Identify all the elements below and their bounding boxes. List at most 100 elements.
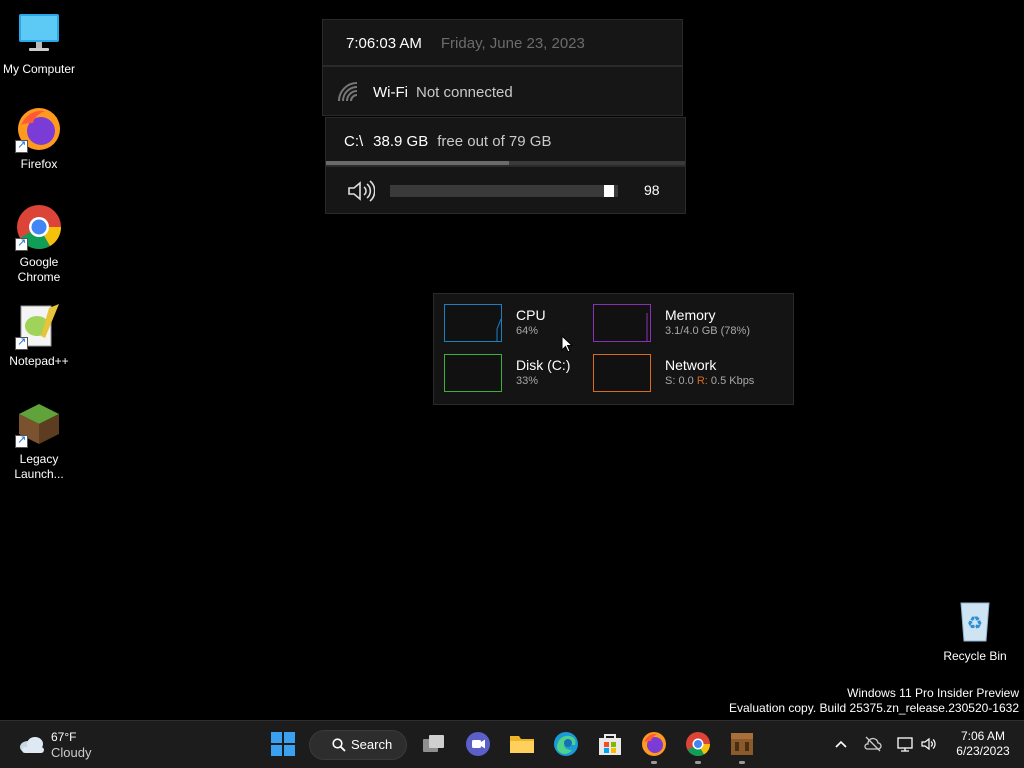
network-send-value: 0.0 bbox=[678, 375, 694, 387]
shortcut-arrow-icon bbox=[15, 335, 28, 350]
taskbar: 67°F Cloudy Search 7:06 AM 6/23/2023 bbox=[0, 720, 1024, 768]
chrome-icon bbox=[15, 203, 63, 251]
chat-icon bbox=[465, 732, 491, 761]
disk-detail: free out of 79 GB bbox=[437, 132, 552, 150]
desktop-icon-recycle-bin[interactable]: ♻ Recycle Bin bbox=[936, 597, 1014, 664]
shortcut-arrow-icon bbox=[15, 236, 28, 251]
shortcut-arrow-icon bbox=[15, 138, 28, 153]
shortcut-arrow-icon bbox=[15, 433, 28, 448]
file-explorer-button[interactable] bbox=[509, 731, 535, 757]
wifi-icon bbox=[337, 81, 361, 103]
firefox-icon bbox=[641, 732, 667, 761]
taskbar-search-button[interactable]: Search bbox=[309, 730, 407, 760]
network-send-label: S: bbox=[665, 375, 676, 387]
desktop-icon-label: Google bbox=[19, 255, 59, 269]
task-view-icon bbox=[421, 735, 447, 761]
cloud-offline-icon bbox=[864, 736, 882, 757]
network-graph bbox=[593, 354, 651, 392]
network-recv-value: 0.5 Kbps bbox=[710, 375, 755, 387]
desktop-icon-notepad-plus-plus[interactable]: Notepad++ bbox=[0, 302, 78, 369]
recycle-bin-icon: ♻ bbox=[951, 597, 999, 645]
mouse-cursor-icon bbox=[561, 334, 574, 353]
cpu-value: 64% bbox=[516, 325, 539, 337]
microsoft-store-button[interactable] bbox=[597, 731, 623, 757]
windows-logo-icon bbox=[271, 732, 295, 760]
disk-usage-fill bbox=[326, 161, 510, 165]
weather-condition: Cloudy bbox=[51, 745, 92, 760]
network-icon bbox=[896, 737, 914, 757]
chrome-icon bbox=[685, 732, 711, 761]
network-value: S: 0.0 R: 0.5 Kbps bbox=[665, 375, 754, 387]
wifi-status: Not connected bbox=[415, 83, 513, 101]
cpu-label: CPU bbox=[516, 307, 546, 323]
disk-value: 33% bbox=[516, 375, 539, 387]
desktop-icon-label: My Computer bbox=[2, 62, 76, 76]
memory-value: 3.1/4.0 GB (78%) bbox=[665, 325, 750, 337]
disk-graph bbox=[444, 354, 502, 392]
running-indicator bbox=[739, 761, 745, 764]
disk-usage-bar bbox=[326, 161, 685, 165]
speaker-icon[interactable] bbox=[347, 180, 376, 202]
desktop-icon-legacy-launcher[interactable]: Legacy Launch... bbox=[0, 400, 78, 482]
firefox-icon bbox=[15, 105, 63, 153]
legacy-launcher-taskbar-button[interactable] bbox=[729, 731, 755, 757]
disk-free-value: 38.9 GB bbox=[373, 132, 429, 150]
volume-slider-thumb[interactable] bbox=[604, 185, 614, 197]
weather-widget[interactable]: 67°F Cloudy bbox=[14, 729, 104, 761]
show-hidden-icons-button[interactable] bbox=[832, 735, 850, 753]
desktop-icon-google-chrome[interactable]: Google Chrome bbox=[0, 203, 78, 285]
desktop-icon-label: Chrome bbox=[17, 270, 61, 284]
network-tray-button[interactable] bbox=[896, 735, 914, 753]
search-icon bbox=[332, 738, 346, 757]
taskbar-time: 7:06 AM bbox=[960, 729, 1006, 743]
desktop-icon-label: Legacy bbox=[19, 452, 59, 466]
edge-button[interactable] bbox=[553, 731, 579, 757]
chevron-up-icon bbox=[832, 740, 850, 757]
watermark-line1: Windows 11 Pro Insider Preview bbox=[847, 686, 1019, 700]
taskbar-clock[interactable]: 7:06 AM 6/23/2023 bbox=[946, 729, 1020, 759]
notepad-plus-plus-icon bbox=[15, 302, 63, 350]
wifi-label: Wi-Fi bbox=[373, 83, 408, 101]
cloud-icon bbox=[18, 736, 46, 759]
taskbar-date: 6/23/2023 bbox=[956, 744, 1010, 758]
store-icon bbox=[597, 734, 623, 761]
disk-widget: C:\ 38.9 GB free out of 79 GB bbox=[325, 117, 686, 166]
crafting-table-icon bbox=[729, 733, 755, 761]
search-label: Search bbox=[351, 737, 393, 752]
disk-drive-letter: C:\ bbox=[344, 132, 364, 150]
start-button[interactable] bbox=[271, 732, 295, 756]
desktop-icon-my-computer[interactable]: My Computer bbox=[0, 10, 78, 77]
speaker-icon bbox=[920, 737, 938, 757]
memory-label: Memory bbox=[665, 307, 716, 323]
folder-icon bbox=[509, 736, 535, 761]
task-view-button[interactable] bbox=[421, 731, 447, 757]
desktop-icon-firefox[interactable]: Firefox bbox=[0, 105, 78, 172]
network-recv-label: R: bbox=[696, 375, 708, 387]
volume-slider[interactable] bbox=[390, 185, 618, 197]
wifi-widget: Wi-Fi Not connected bbox=[322, 66, 683, 116]
network-label: Network bbox=[665, 357, 717, 373]
running-indicator bbox=[695, 761, 701, 764]
widget-time: 7:06:03 AM bbox=[346, 34, 422, 52]
watermark-line2: Evaluation copy. Build 25375.zn_release.… bbox=[729, 701, 1019, 715]
firefox-taskbar-button[interactable] bbox=[641, 731, 667, 757]
volume-tray-button[interactable] bbox=[920, 735, 938, 753]
teams-chat-button[interactable] bbox=[465, 731, 491, 757]
desktop-icon-label: Notepad++ bbox=[9, 354, 69, 368]
weather-temp: 67°F bbox=[51, 730, 77, 744]
minecraft-grass-block-icon bbox=[15, 400, 63, 448]
volume-widget: 98 bbox=[325, 166, 686, 214]
disk-label: Disk (C:) bbox=[516, 357, 571, 373]
svg-text:♻: ♻ bbox=[967, 613, 983, 634]
onedrive-tray-button[interactable] bbox=[864, 735, 882, 753]
widget-date: Friday, June 23, 2023 bbox=[440, 34, 585, 52]
cpu-graph bbox=[444, 304, 502, 342]
memory-graph bbox=[593, 304, 651, 342]
computer-icon bbox=[15, 10, 63, 58]
windows-watermark: Windows 11 Pro Insider Preview Evaluatio… bbox=[729, 686, 1019, 716]
system-stats-widget: CPU 64% Memory 3.1/4.0 GB (78%) Disk (C:… bbox=[433, 293, 794, 405]
clock-widget: 7:06:03 AM Friday, June 23, 2023 bbox=[322, 19, 683, 66]
running-indicator bbox=[651, 761, 657, 764]
volume-value: 98 bbox=[644, 182, 660, 198]
chrome-taskbar-button[interactable] bbox=[685, 731, 711, 757]
